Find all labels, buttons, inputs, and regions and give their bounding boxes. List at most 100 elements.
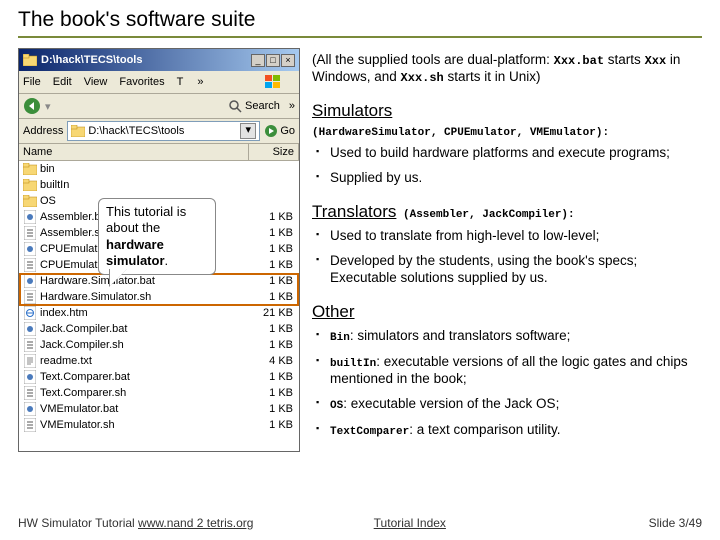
file-size: 1 KB	[247, 403, 295, 415]
col-name-header[interactable]: Name	[19, 144, 249, 160]
menu-view[interactable]: View	[84, 76, 108, 88]
folder-icon	[23, 163, 37, 175]
content-text: (All the supplied tools are dual-platfor…	[312, 48, 702, 452]
sh-icon	[23, 258, 37, 272]
back-button[interactable]	[23, 97, 41, 115]
file-size: 1 KB	[247, 211, 295, 223]
sim-bullet-1: Used to build hardware platforms and exe…	[316, 145, 702, 162]
file-row[interactable]: VMEmulator.bat1 KB	[19, 401, 299, 417]
search-icon	[228, 99, 242, 113]
sh-icon	[23, 290, 37, 304]
file-row[interactable]: Hardware.Simulator.sh1 KB	[19, 289, 299, 305]
file-name: builtIn	[40, 179, 247, 191]
file-size: 1 KB	[247, 371, 295, 383]
folder-icon	[23, 54, 37, 66]
trans-bullet-2: Developed by the students, using the boo…	[316, 253, 702, 287]
bat-icon	[23, 274, 37, 288]
toolbar: ▾ Search »	[19, 94, 299, 119]
file-row[interactable]: Jack.Compiler.sh1 KB	[19, 337, 299, 353]
file-name: VMEmulator.bat	[40, 403, 247, 415]
footer-link[interactable]: www.nand 2 tetris.org	[138, 516, 253, 530]
file-row[interactable]: Hardware.Simulator.bat1 KB	[19, 273, 299, 289]
file-row[interactable]: readme.txt4 KB	[19, 353, 299, 369]
column-headers: Name Size	[19, 144, 299, 161]
slide-number: Slide 3/49	[649, 516, 702, 530]
simulators-list: (HardwareSimulator, CPUEmulator, VMEmula…	[312, 127, 609, 139]
translators-list: (Assembler, JackCompiler):	[396, 209, 574, 221]
file-name: Hardware.Simulator.bat	[40, 275, 247, 287]
slide-title: The book's software suite	[18, 8, 702, 38]
col-size-header[interactable]: Size	[249, 144, 299, 160]
windows-logo-icon	[263, 73, 283, 91]
callout-bubble: This tutorial is about the hardware simu…	[98, 198, 216, 275]
file-name: Jack.Compiler.bat	[40, 323, 247, 335]
file-size: 1 KB	[247, 419, 295, 431]
menu-tools[interactable]: T	[177, 76, 184, 88]
file-row[interactable]: VMEmulator.sh1 KB	[19, 417, 299, 433]
other-bullet-3: OS: executable version of the Jack OS;	[316, 396, 702, 414]
address-bar: Address D:\hack\TECS\tools ▾ Go	[19, 119, 299, 144]
other-bullet-1: Bin: simulators and translators software…	[316, 328, 702, 346]
section-translators: Translators	[312, 201, 396, 222]
other-bullet-2: builtIn: executable versions of all the …	[316, 354, 702, 389]
address-label: Address	[23, 125, 63, 137]
menu-favorites[interactable]: Favorites	[119, 76, 164, 88]
file-name: Jack.Compiler.sh	[40, 339, 247, 351]
minimize-button[interactable]: _	[251, 54, 265, 67]
file-size: 1 KB	[247, 291, 295, 303]
other-bullet-4: TextComparer: a text comparison utility.	[316, 422, 702, 440]
search-button[interactable]: Search	[245, 100, 280, 112]
close-button[interactable]: ×	[281, 54, 295, 67]
sim-bullet-2: Supplied by us.	[316, 170, 702, 187]
file-size: 1 KB	[247, 275, 295, 287]
go-label: Go	[280, 125, 295, 137]
file-size: 4 KB	[247, 355, 295, 367]
intro-text: (All the supplied tools are dual-platfor…	[312, 52, 702, 86]
menu-more-icon[interactable]: »	[197, 76, 203, 88]
sh-icon	[23, 386, 37, 400]
file-row[interactable]: index.htm21 KB	[19, 305, 299, 321]
file-name: readme.txt	[40, 355, 247, 367]
file-size: 1 KB	[247, 227, 295, 239]
htm-icon	[23, 306, 37, 320]
bat-icon	[23, 402, 37, 416]
trans-bullet-1: Used to translate from high-level to low…	[316, 228, 702, 245]
file-name: Hardware.Simulator.sh	[40, 291, 247, 303]
address-input[interactable]: D:\hack\TECS\tools ▾	[67, 121, 260, 141]
sh-icon	[23, 226, 37, 240]
bat-icon	[23, 242, 37, 256]
file-row[interactable]: Text.Comparer.bat1 KB	[19, 369, 299, 385]
sh-icon	[23, 338, 37, 352]
go-button[interactable]: Go	[264, 124, 295, 138]
file-row[interactable]: builtIn	[19, 177, 299, 193]
bat-icon	[23, 322, 37, 336]
tutorial-index-link[interactable]: Tutorial Index	[374, 516, 446, 530]
file-row[interactable]: Jack.Compiler.bat1 KB	[19, 321, 299, 337]
window-titlebar[interactable]: D:\hack\TECS\tools _ □ ×	[19, 49, 299, 71]
file-row[interactable]: bin	[19, 161, 299, 177]
maximize-button[interactable]: □	[266, 54, 280, 67]
file-name: Text.Comparer.bat	[40, 371, 247, 383]
menu-edit[interactable]: Edit	[53, 76, 72, 88]
file-name: bin	[40, 163, 247, 175]
section-simulators: Simulators	[312, 100, 392, 121]
folder-icon	[23, 195, 37, 207]
file-size: 21 KB	[247, 307, 295, 319]
dropdown-icon[interactable]: ▾	[240, 123, 256, 139]
file-size: 1 KB	[247, 259, 295, 271]
file-size: 1 KB	[247, 387, 295, 399]
file-size: 1 KB	[247, 323, 295, 335]
file-row[interactable]: Text.Comparer.sh1 KB	[19, 385, 299, 401]
bat-icon	[23, 370, 37, 384]
window-title: D:\hack\TECS\tools	[41, 54, 251, 66]
sh-icon	[23, 418, 37, 432]
file-name: VMEmulator.sh	[40, 419, 247, 431]
menu-file[interactable]: File	[23, 76, 41, 88]
file-name: Text.Comparer.sh	[40, 387, 247, 399]
folder-icon	[71, 125, 85, 137]
toolbar-more-icon[interactable]: »	[289, 100, 295, 112]
folder-icon	[23, 179, 37, 191]
file-name: index.htm	[40, 307, 247, 319]
menu-bar: File Edit View Favorites T »	[19, 71, 299, 94]
bat-icon	[23, 210, 37, 224]
